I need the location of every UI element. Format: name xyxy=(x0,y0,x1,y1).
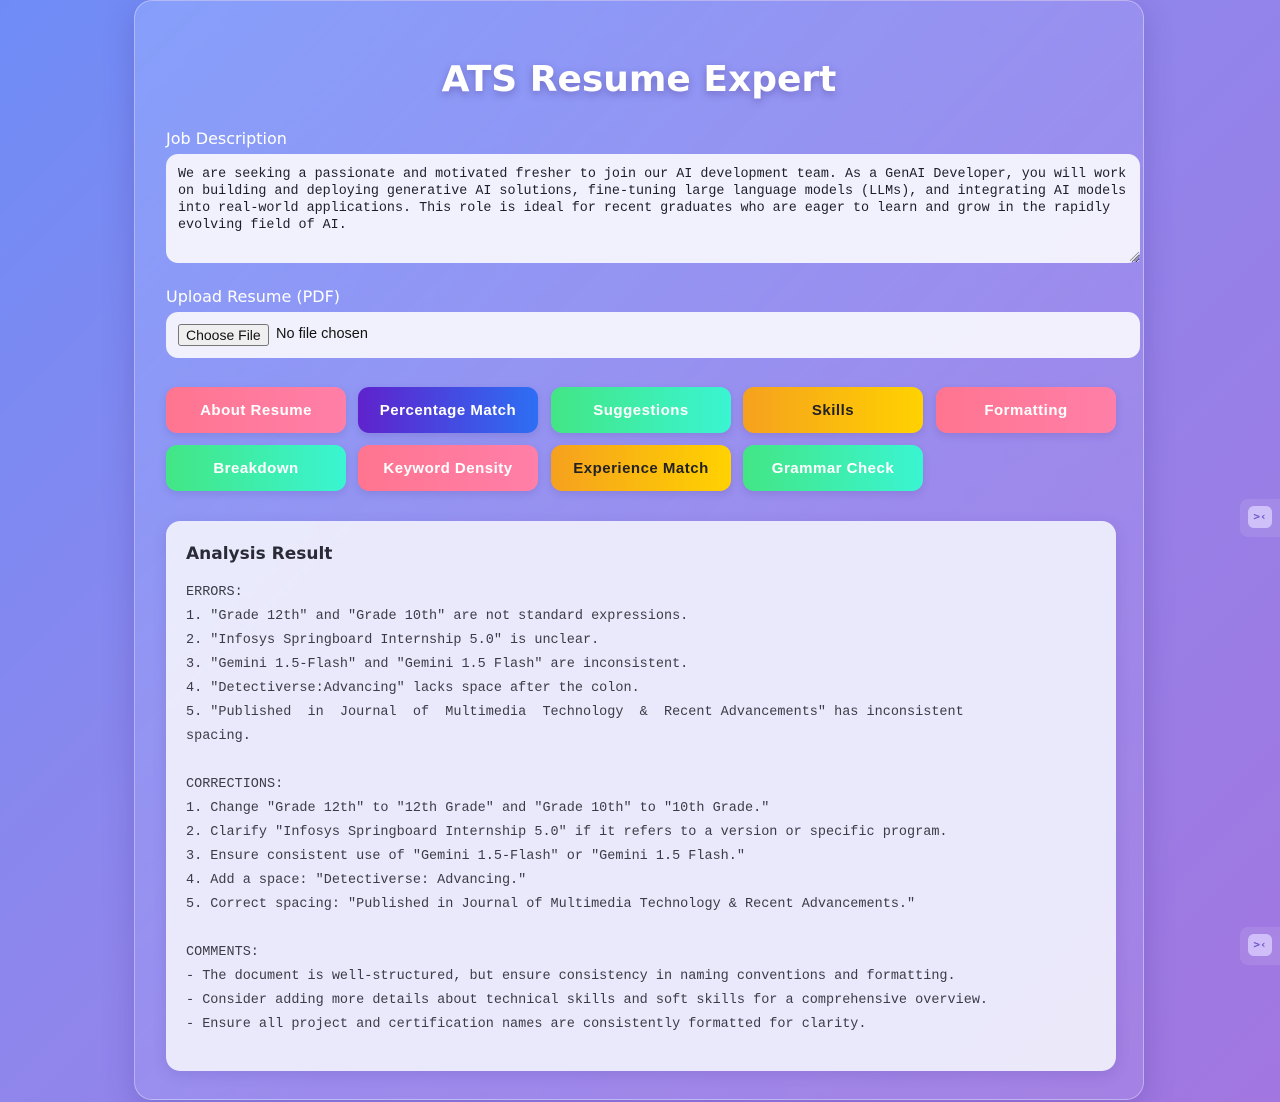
upload-resume-label: Upload Resume (PDF) xyxy=(166,287,341,306)
textarea-resize-handle[interactable] xyxy=(1130,252,1139,261)
main-card: ATS Resume Expert Job Description We are… xyxy=(134,0,1144,1100)
breakdown-button[interactable]: Breakdown xyxy=(166,445,346,491)
side-widget-top[interactable]: >‹ xyxy=(1240,499,1280,537)
analysis-result-text: ERRORS: 1. "Grade 12th" and "Grade 10th"… xyxy=(186,585,989,1032)
experience-match-button[interactable]: Experience Match xyxy=(551,445,731,491)
page-title: ATS Resume Expert xyxy=(441,59,837,100)
skills-button[interactable]: Skills xyxy=(743,387,923,433)
file-status-text: No file chosen xyxy=(276,326,368,342)
extension-icon: >‹ xyxy=(1248,506,1272,528)
formatting-button[interactable]: Formatting xyxy=(936,387,1116,433)
side-widget-bottom[interactable]: >‹ xyxy=(1240,927,1280,965)
analysis-result-title: Analysis Result xyxy=(186,544,333,564)
percentage-match-button[interactable]: Percentage Match xyxy=(358,387,538,433)
job-description-label: Job Description xyxy=(166,129,287,148)
analysis-result-panel: Analysis Result ERRORS: 1. "Grade 12th" … xyxy=(166,521,1116,1071)
resume-file-input[interactable]: Choose File No file chosen xyxy=(166,312,1140,358)
grammar-check-button[interactable]: Grammar Check xyxy=(743,445,923,491)
choose-file-button[interactable]: Choose File xyxy=(178,324,269,346)
job-description-textarea[interactable]: We are seeking a passionate and motivate… xyxy=(166,154,1140,263)
keyword-density-button[interactable]: Keyword Density xyxy=(358,445,538,491)
suggestions-button[interactable]: Suggestions xyxy=(551,387,731,433)
about-resume-button[interactable]: About Resume xyxy=(166,387,346,433)
extension-icon: >‹ xyxy=(1248,934,1272,956)
